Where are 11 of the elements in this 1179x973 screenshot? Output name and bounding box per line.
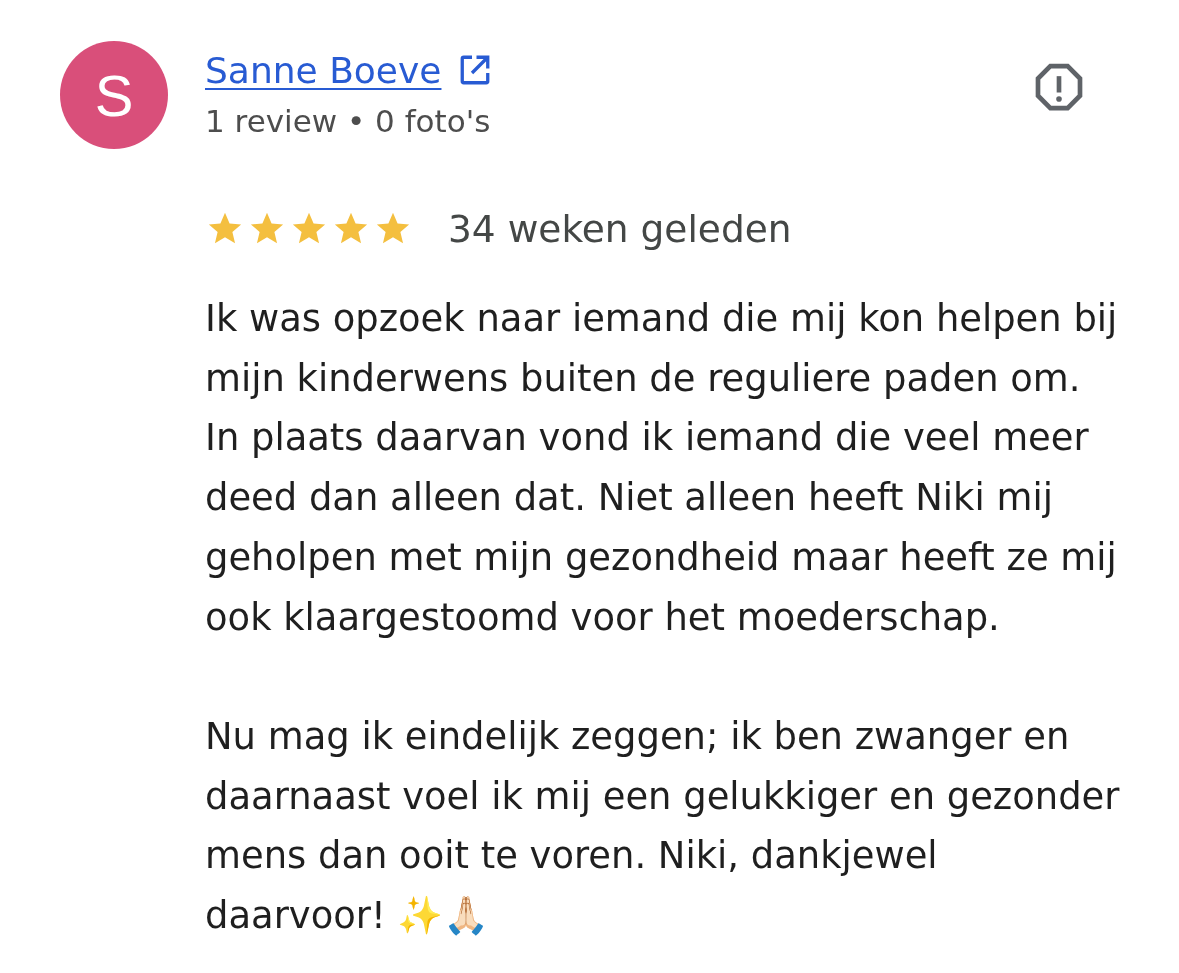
star-icon xyxy=(249,212,285,246)
reviewer-stats: 1 review • 0 foto's xyxy=(205,103,492,139)
star-icon xyxy=(333,212,369,246)
avatar: S xyxy=(60,41,168,149)
reviewer-name-link[interactable]: Sanne Boeve xyxy=(205,49,442,91)
review-text: Ik was opzoek naar iemand die mij kon helpen bij mijn kinderwens buiten de reguliere paden om. In plaats daarvan vond ik iemand die veel meer deed dan alleen dat. Niet alleen heeft Niki mij geholpen met mijn gezondheid maar heeft ze mij ook klaargestoomd voor het moederschap. xyxy=(205,296,1119,641)
review-date: 34 weken geleden xyxy=(448,207,792,251)
review-text: Nu mag ik eindelijk zeggen; ik ben zwanger en daarnaast voel ik mij een gelukkiger en gezonder mens dan ooit te voren. Niki, dankjewel daarvoor! ✨🙏🏻 xyxy=(205,713,1121,939)
star-icon xyxy=(375,212,411,246)
star-icon xyxy=(291,212,327,246)
star-icon xyxy=(207,212,243,246)
